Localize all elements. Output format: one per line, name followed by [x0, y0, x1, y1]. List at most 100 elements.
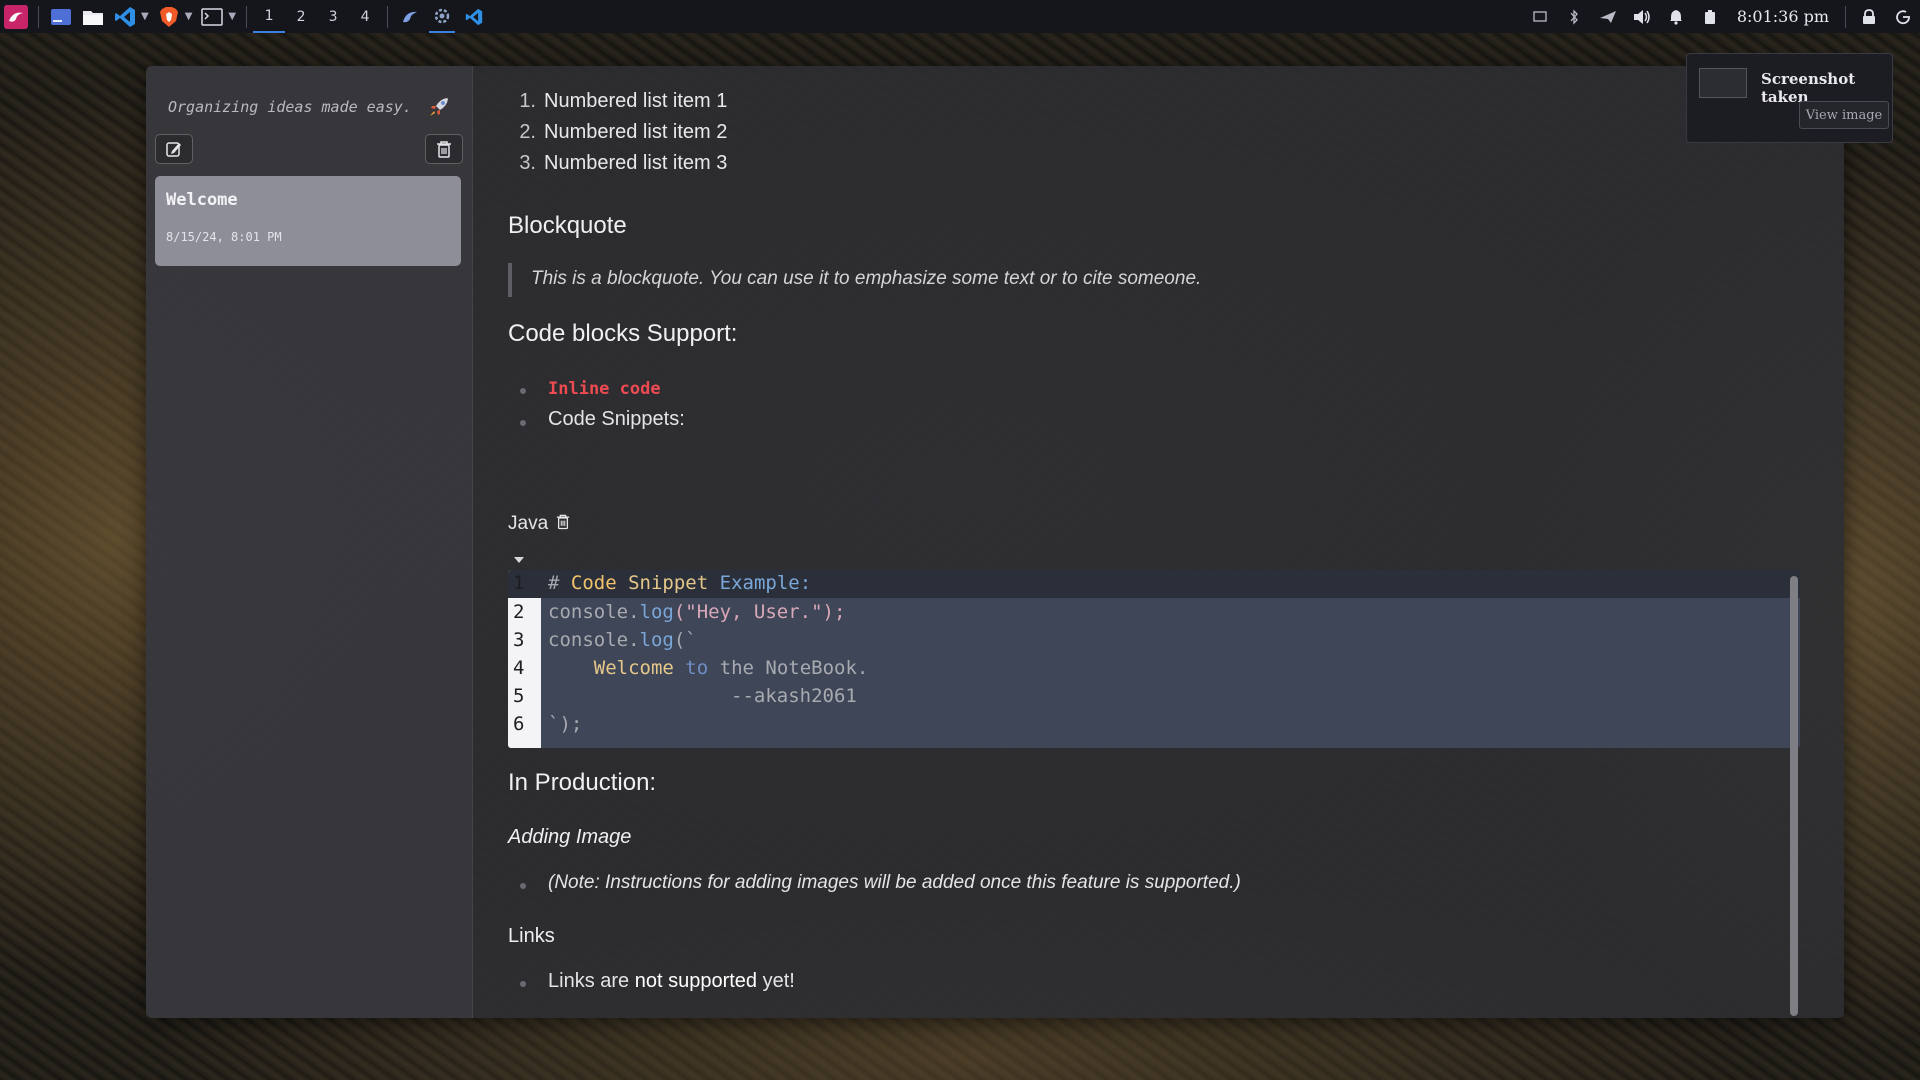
bullet: [520, 981, 526, 987]
settings-app-icon[interactable]: [429, 0, 456, 33]
list-text: Numbered list item 3: [544, 152, 728, 174]
terminal-icon[interactable]: [48, 4, 74, 30]
taskbar-separator: [387, 5, 389, 28]
taskbar-separator: [246, 5, 248, 28]
line-number: 4: [513, 657, 525, 679]
code-text: console.log("Hey, User.");: [548, 601, 845, 623]
ordered-list-item: 2. Numbered list item 2: [508, 121, 727, 144]
note-title: Welcome: [166, 190, 238, 210]
code-text: --akash2061: [548, 685, 857, 707]
code-text: `);: [548, 713, 583, 735]
bullet: [520, 420, 526, 426]
bullet: [520, 883, 526, 889]
note-content[interactable]: 1. Numbered list item 1 2. Numbered list i…: [508, 66, 1800, 1018]
clock[interactable]: 8:01:36 pm: [1737, 7, 1829, 26]
bullet: [520, 388, 526, 394]
list-number: 3.: [519, 152, 536, 174]
code-editor[interactable]: 1 # Code Snippet Example: 2 console.log(…: [508, 570, 1800, 748]
code-token: console.: [548, 629, 640, 651]
inline-code-item: Inline code: [548, 377, 661, 400]
code-line[interactable]: 5 --akash2061: [508, 683, 1800, 711]
file-manager-icon[interactable]: [80, 4, 106, 30]
note-date: 8/15/24, 8:01 PM: [166, 230, 282, 244]
code-token: Snippet: [628, 572, 709, 594]
code-text: console.log(`: [548, 629, 697, 651]
screenshot-notification[interactable]: Screenshot taken View image: [1686, 53, 1893, 143]
taskbar-separator: [38, 5, 39, 28]
view-image-button[interactable]: View image: [1799, 101, 1889, 129]
production-heading: In Production:: [508, 769, 657, 796]
code-text: # Code Snippet Example:: [548, 572, 811, 594]
code-token: Example:: [719, 572, 812, 594]
list-number: 2.: [519, 121, 536, 143]
list-number: 1.: [519, 90, 536, 112]
sidebar: Organizing ideas made easy. Welcome 8/15…: [146, 66, 473, 1018]
code-token: log: [639, 629, 674, 651]
terminal-window-icon[interactable]: [199, 4, 225, 30]
chevron-down-icon[interactable]: ▼: [228, 11, 236, 22]
code-line[interactable]: 1 # Code Snippet Example:: [508, 570, 1800, 598]
code-token: (`: [673, 629, 697, 651]
code-token: Code: [570, 572, 617, 594]
blockquote-bar: [508, 263, 512, 297]
workspace-3[interactable]: 3: [317, 0, 349, 33]
code-heading: Code blocks Support:: [508, 320, 738, 347]
bell-icon[interactable]: [1659, 0, 1693, 33]
new-note-button[interactable]: [155, 134, 193, 164]
workspace-4[interactable]: 4: [349, 0, 381, 33]
trash-icon[interactable]: [556, 513, 570, 530]
links-text: Links are not supported yet!: [548, 970, 795, 993]
code-token: ("Hey, User.");: [673, 601, 846, 623]
ordered-list-item: 3. Numbered list item 3: [508, 152, 727, 175]
notebook-app-window: Organizing ideas made easy. Welcome 8/15…: [146, 66, 1844, 1018]
battery-icon[interactable]: [1693, 0, 1727, 33]
vscode-window-icon[interactable]: [461, 4, 487, 30]
taskbar: ▼ ▼ ▼ 1 2 3 4 8:01:36 pm: [0, 0, 1920, 33]
blockquote-text: This is a blockquote. You can use it to …: [531, 268, 1202, 289]
lock-icon[interactable]: [1852, 0, 1886, 33]
code-line[interactable]: 3 console.log(`: [508, 627, 1800, 655]
list-text: Numbered list item 1: [544, 90, 728, 112]
code-language[interactable]: Java: [508, 513, 548, 534]
links-text-strong: not supported: [634, 970, 758, 992]
note-list-item[interactable]: Welcome 8/15/24, 8:01 PM: [155, 176, 461, 266]
workspace-2[interactable]: 2: [285, 0, 317, 33]
code-language-selector[interactable]: Java: [508, 513, 570, 535]
ordered-list-item: 1. Numbered list item 1: [508, 90, 727, 113]
scrollbar[interactable]: [1790, 576, 1798, 1016]
code-line[interactable]: 4 Welcome to the NoteBook.: [508, 655, 1800, 683]
network-icon[interactable]: [1591, 0, 1625, 33]
line-number: 5: [513, 685, 525, 707]
code-token: the NoteBook.: [719, 657, 869, 679]
power-icon[interactable]: [1886, 0, 1920, 33]
bluetooth-icon[interactable]: [1557, 0, 1591, 33]
taskbar-separator: [1845, 5, 1846, 28]
list-text: Numbered list item 2: [544, 121, 728, 143]
chevron-down-icon[interactable]: ▼: [185, 11, 193, 22]
code-token: console.: [548, 601, 640, 623]
vscode-icon[interactable]: [112, 4, 138, 30]
workspace-1[interactable]: 1: [253, 0, 286, 33]
chevron-down-icon[interactable]: ▼: [141, 11, 149, 22]
volume-icon[interactable]: [1625, 0, 1659, 33]
screenshot-thumbnail[interactable]: [1699, 68, 1747, 98]
app-tagline: Organizing ideas made easy.: [168, 98, 412, 116]
kali-menu-icon[interactable]: [3, 4, 29, 30]
display-icon[interactable]: [1523, 0, 1557, 33]
trash-icon: [437, 141, 451, 158]
line-number: 6: [513, 713, 525, 735]
brave-icon[interactable]: [156, 4, 182, 30]
code-token: to: [685, 657, 709, 679]
chevron-down-icon[interactable]: [514, 550, 524, 568]
delete-note-button[interactable]: [425, 134, 463, 164]
links-heading: Links: [508, 925, 555, 947]
window-app-icon[interactable]: [397, 4, 423, 30]
code-text: Welcome to the NoteBook.: [548, 657, 869, 679]
line-number: 2: [513, 601, 525, 623]
code-snippets-item: Code Snippets:: [548, 408, 685, 430]
code-token: log: [639, 601, 674, 623]
code-line[interactable]: 6 `);: [508, 711, 1800, 739]
code-line[interactable]: 2 console.log("Hey, User.");: [508, 599, 1800, 627]
rocket-icon: [428, 96, 450, 122]
links-text-after: yet!: [757, 970, 795, 992]
